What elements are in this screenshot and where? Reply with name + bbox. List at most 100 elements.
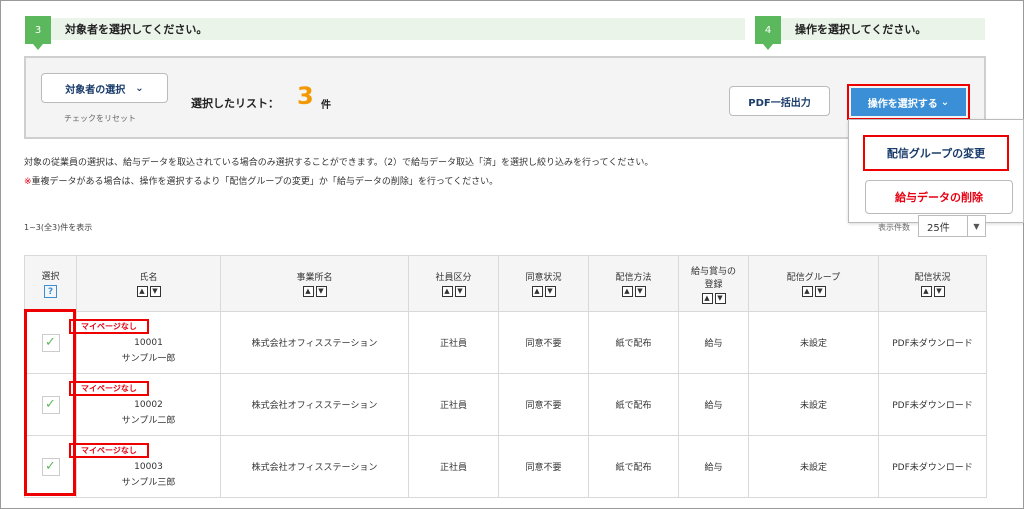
sort-controls: ▲ ▼ bbox=[701, 292, 726, 304]
sort-asc-icon[interactable]: ▲ bbox=[136, 286, 148, 297]
header-delivery-label: 配信方法 bbox=[615, 273, 652, 283]
sort-asc-icon[interactable]: ▲ bbox=[801, 286, 813, 297]
change-delivery-group-item[interactable]: 配信グループの変更 bbox=[863, 135, 1009, 171]
name-cell: マイページなし 10003 サンプル三郎 bbox=[69, 435, 221, 498]
selection-panel: 対象者の選択 ⌄ チェックをリセット 選択したリスト： 3 件 PDF一括出力 … bbox=[24, 56, 986, 139]
sort-controls: ▲ ▼ bbox=[531, 286, 556, 297]
help-icon[interactable]: ? bbox=[44, 285, 57, 298]
header-salary-reg: 給与賞与の 登録 ▲ ▼ bbox=[678, 255, 749, 312]
header-name-label: 氏名 bbox=[139, 273, 158, 283]
header-consent-label: 同意状況 bbox=[525, 273, 562, 283]
pdf-bulk-export-button[interactable]: PDF一括出力 bbox=[729, 86, 830, 116]
employee-name: サンプル二郎 bbox=[121, 415, 176, 426]
salary-cell: 給与 bbox=[678, 373, 749, 436]
emp-type-cell: 正社員 bbox=[408, 373, 499, 436]
operation-button-highlight: 操作を選択する ⌄ bbox=[847, 84, 970, 120]
employee-id: 10002 bbox=[134, 399, 163, 410]
group-cell: 未設定 bbox=[748, 311, 879, 374]
office-cell: 株式会社オフィスステーション bbox=[220, 311, 409, 374]
delivery-cell: 紙で配布 bbox=[588, 373, 679, 436]
name-cell: マイページなし 10001 サンプル一郎 bbox=[69, 311, 221, 374]
sort-controls: ▲ ▼ bbox=[302, 286, 327, 297]
step-4-title: 操作を選択してください。 bbox=[795, 23, 927, 36]
employee-name: サンプル一郎 bbox=[121, 353, 176, 364]
header-group: 配信グループ ▲ ▼ bbox=[748, 255, 879, 312]
sort-desc-icon[interactable]: ▼ bbox=[814, 286, 826, 297]
sort-asc-icon[interactable]: ▲ bbox=[920, 286, 932, 297]
sort-controls: ▲ ▼ bbox=[621, 286, 646, 297]
employee-table: 選択 ? 氏名 ▲ ▼ 事業所名 ▲ ▼ 社員区分 ▲ ▼ 同意状況 ▲ ▼ 配信方法 … bbox=[24, 255, 987, 498]
office-cell: 株式会社オフィスステーション bbox=[220, 435, 409, 498]
row-checkbox[interactable]: ✓ bbox=[41, 457, 60, 476]
result-range: 1~3(全3)件を表示 bbox=[24, 223, 93, 232]
duplicate-warning-note: ※重複データがある場合は、操作を選択するより「配信グループの変更」か「給与データ… bbox=[24, 174, 498, 187]
sort-desc-icon[interactable]: ▼ bbox=[714, 292, 726, 304]
row-checkbox[interactable]: ✓ bbox=[41, 333, 60, 352]
table-row: ✓ マイページなし 10002 サンプル二郎 株式会社オフィスステーション 正社… bbox=[24, 373, 987, 436]
sort-desc-icon[interactable]: ▼ bbox=[149, 286, 161, 297]
table-row: ✓ マイページなし 10003 サンプル三郎 株式会社オフィスステーション 正社… bbox=[24, 435, 987, 498]
office-cell: 株式会社オフィスステーション bbox=[220, 373, 409, 436]
employee-name: サンプル三郎 bbox=[121, 477, 176, 488]
header-salary-reg-label-1: 給与賞与の bbox=[690, 266, 736, 277]
row-checkbox[interactable]: ✓ bbox=[41, 395, 60, 414]
consent-cell: 同意不要 bbox=[498, 373, 589, 436]
delivery-cell: 紙で配布 bbox=[588, 311, 679, 374]
sort-controls: ▲ ▼ bbox=[136, 286, 161, 297]
consent-cell: 同意不要 bbox=[498, 435, 589, 498]
per-page-value: 25件 bbox=[927, 222, 950, 234]
header-emp-type-label: 社員区分 bbox=[435, 273, 472, 283]
header-status-label: 配信状況 bbox=[914, 273, 951, 283]
table-row: ✓ マイページなし 10001 サンプル一郎 株式会社オフィスステーション 正社… bbox=[24, 311, 987, 374]
step-3-bar: 3 対象者を選択してください。 bbox=[25, 16, 745, 50]
select-operation-button[interactable]: 操作を選択する ⌄ bbox=[851, 88, 966, 116]
sort-asc-icon[interactable]: ▲ bbox=[441, 286, 453, 297]
header-select: 選択 ? bbox=[24, 255, 77, 312]
emp-type-cell: 正社員 bbox=[408, 311, 499, 374]
header-office: 事業所名 ▲ ▼ bbox=[220, 255, 409, 312]
chevron-down-icon: ⌄ bbox=[135, 82, 144, 94]
per-page-select[interactable]: 25件 ▼ bbox=[918, 215, 986, 237]
no-mypage-badge: マイページなし bbox=[69, 381, 149, 396]
header-emp-type: 社員区分 ▲ ▼ bbox=[408, 255, 499, 312]
header-consent: 同意状況 ▲ ▼ bbox=[498, 255, 589, 312]
no-mypage-badge: マイページなし bbox=[69, 443, 149, 458]
no-mypage-badge: マイページなし bbox=[69, 319, 149, 334]
reset-check-link[interactable]: チェックをリセット bbox=[64, 113, 136, 124]
header-office-label: 事業所名 bbox=[296, 273, 333, 283]
select-target-button[interactable]: 対象者の選択 ⌄ bbox=[41, 73, 168, 103]
status-cell: PDF未ダウンロード bbox=[878, 311, 987, 374]
warning-mark: ※ bbox=[24, 177, 32, 187]
consent-cell: 同意不要 bbox=[498, 311, 589, 374]
instruction-note: 対象の従業員の選択は、給与データを取込されている場合のみ選択することができます。… bbox=[24, 158, 654, 168]
table-header-row: 選択 ? 氏名 ▲ ▼ 事業所名 ▲ ▼ 社員区分 ▲ ▼ 同意状況 ▲ ▼ 配信方法 … bbox=[24, 255, 987, 312]
sort-desc-icon[interactable]: ▼ bbox=[634, 286, 646, 297]
sort-asc-icon[interactable]: ▲ bbox=[302, 286, 314, 297]
status-cell: PDF未ダウンロード bbox=[878, 435, 987, 498]
sort-asc-icon[interactable]: ▲ bbox=[531, 286, 543, 297]
step-3-title: 対象者を選択してください。 bbox=[65, 23, 208, 36]
employee-id: 10001 bbox=[134, 337, 163, 348]
sort-desc-icon[interactable]: ▼ bbox=[315, 286, 327, 297]
sort-controls: ▲ ▼ bbox=[801, 286, 826, 297]
sort-controls: ▲ ▼ bbox=[920, 286, 945, 297]
sort-controls: ▲ ▼ bbox=[441, 286, 466, 297]
step-4-bar: 4 操作を選択してください。 bbox=[755, 16, 985, 50]
header-group-label: 配信グループ bbox=[786, 273, 841, 283]
employee-id: 10003 bbox=[134, 461, 163, 472]
header-salary-reg-label-2: 登録 bbox=[704, 279, 723, 290]
salary-cell: 給与 bbox=[678, 435, 749, 498]
sort-desc-icon[interactable]: ▼ bbox=[933, 286, 945, 297]
select-target-label: 対象者の選択 bbox=[65, 84, 126, 96]
sort-asc-icon[interactable]: ▲ bbox=[621, 286, 633, 297]
delete-salary-data-item[interactable]: 給与データの削除 bbox=[865, 180, 1013, 214]
sort-desc-icon[interactable]: ▼ bbox=[544, 286, 556, 297]
sort-desc-icon[interactable]: ▼ bbox=[454, 286, 466, 297]
header-select-label: 選択 bbox=[41, 272, 60, 282]
sort-asc-icon[interactable]: ▲ bbox=[701, 292, 713, 304]
header-status: 配信状況 ▲ ▼ bbox=[878, 255, 987, 312]
selected-count-unit: 件 bbox=[321, 100, 331, 111]
delivery-cell: 紙で配布 bbox=[588, 435, 679, 498]
salary-cell: 給与 bbox=[678, 311, 749, 374]
per-page-label: 表示件数 bbox=[878, 223, 910, 232]
